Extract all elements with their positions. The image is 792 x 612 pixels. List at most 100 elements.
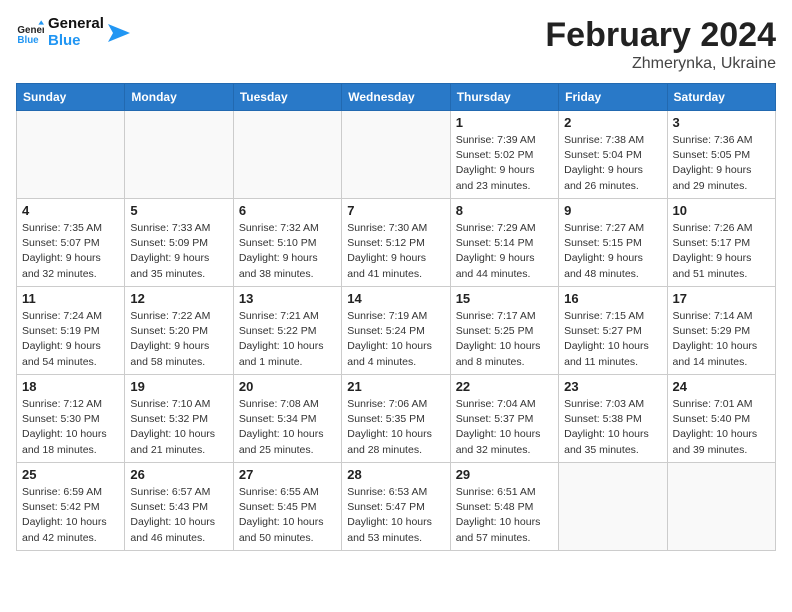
calendar-week-row: 25 Sunrise: 6:59 AM Sunset: 5:42 PM Dayli… [17, 463, 776, 551]
calendar-cell [17, 111, 125, 199]
day-number: 5 [130, 203, 227, 218]
calendar-cell: 16 Sunrise: 7:15 AM Sunset: 5:27 PM Dayli… [559, 287, 667, 375]
day-number: 6 [239, 203, 336, 218]
day-info: Sunrise: 7:27 AM Sunset: 5:15 PM Dayligh… [564, 221, 661, 282]
day-number: 11 [22, 291, 119, 306]
day-info: Sunrise: 7:12 AM Sunset: 5:30 PM Dayligh… [22, 397, 119, 458]
day-number: 15 [456, 291, 553, 306]
day-number: 18 [22, 379, 119, 394]
calendar-week-row: 11 Sunrise: 7:24 AM Sunset: 5:19 PM Dayli… [17, 287, 776, 375]
page-header: General Blue General Blue February 2024 … [16, 16, 776, 73]
col-header-tuesday: Tuesday [233, 84, 341, 111]
day-number: 28 [347, 467, 444, 482]
day-info: Sunrise: 7:06 AM Sunset: 5:35 PM Dayligh… [347, 397, 444, 458]
logo-arrow-icon [108, 24, 130, 42]
day-info: Sunrise: 7:35 AM Sunset: 5:07 PM Dayligh… [22, 221, 119, 282]
calendar-cell: 29 Sunrise: 6:51 AM Sunset: 5:48 PM Dayli… [450, 463, 558, 551]
calendar-cell [342, 111, 450, 199]
day-info: Sunrise: 6:53 AM Sunset: 5:47 PM Dayligh… [347, 485, 444, 546]
calendar-table: SundayMondayTuesdayWednesdayThursdayFrid… [16, 83, 776, 551]
calendar-cell: 15 Sunrise: 7:17 AM Sunset: 5:25 PM Dayli… [450, 287, 558, 375]
col-header-wednesday: Wednesday [342, 84, 450, 111]
day-number: 10 [673, 203, 770, 218]
day-info: Sunrise: 7:29 AM Sunset: 5:14 PM Dayligh… [456, 221, 553, 282]
day-info: Sunrise: 7:30 AM Sunset: 5:12 PM Dayligh… [347, 221, 444, 282]
day-number: 3 [673, 115, 770, 130]
calendar-cell: 21 Sunrise: 7:06 AM Sunset: 5:35 PM Dayli… [342, 375, 450, 463]
col-header-thursday: Thursday [450, 84, 558, 111]
day-info: Sunrise: 6:51 AM Sunset: 5:48 PM Dayligh… [456, 485, 553, 546]
day-number: 26 [130, 467, 227, 482]
day-number: 2 [564, 115, 661, 130]
title-block: February 2024 Zhmerynka, Ukraine [545, 16, 776, 73]
day-number: 12 [130, 291, 227, 306]
location-subtitle: Zhmerynka, Ukraine [545, 55, 776, 73]
day-info: Sunrise: 7:04 AM Sunset: 5:37 PM Dayligh… [456, 397, 553, 458]
day-number: 9 [564, 203, 661, 218]
day-number: 29 [456, 467, 553, 482]
calendar-cell [233, 111, 341, 199]
calendar-cell: 28 Sunrise: 6:53 AM Sunset: 5:47 PM Dayli… [342, 463, 450, 551]
logo-icon: General Blue [16, 19, 44, 47]
calendar-cell: 17 Sunrise: 7:14 AM Sunset: 5:29 PM Dayli… [667, 287, 775, 375]
day-number: 22 [456, 379, 553, 394]
calendar-cell: 20 Sunrise: 7:08 AM Sunset: 5:34 PM Dayli… [233, 375, 341, 463]
calendar-cell: 19 Sunrise: 7:10 AM Sunset: 5:32 PM Dayli… [125, 375, 233, 463]
day-number: 24 [673, 379, 770, 394]
calendar-week-row: 4 Sunrise: 7:35 AM Sunset: 5:07 PM Daylig… [17, 199, 776, 287]
day-number: 17 [673, 291, 770, 306]
calendar-week-row: 18 Sunrise: 7:12 AM Sunset: 5:30 PM Dayli… [17, 375, 776, 463]
calendar-cell: 25 Sunrise: 6:59 AM Sunset: 5:42 PM Dayli… [17, 463, 125, 551]
calendar-cell: 3Sunrise: 7:36 AM Sunset: 5:05 PM Daylig… [667, 111, 775, 199]
calendar-cell: 10 Sunrise: 7:26 AM Sunset: 5:17 PM Dayli… [667, 199, 775, 287]
day-info: Sunrise: 7:19 AM Sunset: 5:24 PM Dayligh… [347, 309, 444, 370]
day-number: 16 [564, 291, 661, 306]
calendar-cell: 23 Sunrise: 7:03 AM Sunset: 5:38 PM Dayli… [559, 375, 667, 463]
day-info: Sunrise: 7:39 AM Sunset: 5:02 PM Dayligh… [456, 133, 553, 194]
svg-text:Blue: Blue [17, 34, 39, 45]
day-info: Sunrise: 6:55 AM Sunset: 5:45 PM Dayligh… [239, 485, 336, 546]
calendar-cell: 11 Sunrise: 7:24 AM Sunset: 5:19 PM Dayli… [17, 287, 125, 375]
day-number: 23 [564, 379, 661, 394]
day-info: Sunrise: 6:57 AM Sunset: 5:43 PM Dayligh… [130, 485, 227, 546]
calendar-header-row: SundayMondayTuesdayWednesdayThursdayFrid… [17, 84, 776, 111]
col-header-saturday: Saturday [667, 84, 775, 111]
calendar-cell: 24Sunrise: 7:01 AM Sunset: 5:40 PM Dayli… [667, 375, 775, 463]
day-info: Sunrise: 7:10 AM Sunset: 5:32 PM Dayligh… [130, 397, 227, 458]
day-info: Sunrise: 7:17 AM Sunset: 5:25 PM Dayligh… [456, 309, 553, 370]
day-number: 20 [239, 379, 336, 394]
day-info: Sunrise: 7:24 AM Sunset: 5:19 PM Dayligh… [22, 309, 119, 370]
calendar-cell [559, 463, 667, 551]
calendar-cell [667, 463, 775, 551]
day-number: 4 [22, 203, 119, 218]
day-info: Sunrise: 7:21 AM Sunset: 5:22 PM Dayligh… [239, 309, 336, 370]
calendar-cell: 18 Sunrise: 7:12 AM Sunset: 5:30 PM Dayli… [17, 375, 125, 463]
day-number: 13 [239, 291, 336, 306]
calendar-cell: 6Sunrise: 7:32 AM Sunset: 5:10 PM Daylig… [233, 199, 341, 287]
calendar-cell: 2 Sunrise: 7:38 AM Sunset: 5:04 PM Daylig… [559, 111, 667, 199]
col-header-friday: Friday [559, 84, 667, 111]
day-number: 19 [130, 379, 227, 394]
day-info: Sunrise: 7:38 AM Sunset: 5:04 PM Dayligh… [564, 133, 661, 194]
day-info: Sunrise: 7:26 AM Sunset: 5:17 PM Dayligh… [673, 221, 770, 282]
day-info: Sunrise: 6:59 AM Sunset: 5:42 PM Dayligh… [22, 485, 119, 546]
day-number: 25 [22, 467, 119, 482]
calendar-cell: 1Sunrise: 7:39 AM Sunset: 5:02 PM Daylig… [450, 111, 558, 199]
logo-general: General [48, 15, 104, 32]
day-number: 21 [347, 379, 444, 394]
day-number: 27 [239, 467, 336, 482]
day-info: Sunrise: 7:03 AM Sunset: 5:38 PM Dayligh… [564, 397, 661, 458]
calendar-cell: 5 Sunrise: 7:33 AM Sunset: 5:09 PM Daylig… [125, 199, 233, 287]
day-info: Sunrise: 7:33 AM Sunset: 5:09 PM Dayligh… [130, 221, 227, 282]
day-info: Sunrise: 7:14 AM Sunset: 5:29 PM Dayligh… [673, 309, 770, 370]
calendar-cell: 7Sunrise: 7:30 AM Sunset: 5:12 PM Daylig… [342, 199, 450, 287]
day-info: Sunrise: 7:15 AM Sunset: 5:27 PM Dayligh… [564, 309, 661, 370]
col-header-sunday: Sunday [17, 84, 125, 111]
calendar-cell: 13 Sunrise: 7:21 AM Sunset: 5:22 PM Dayli… [233, 287, 341, 375]
calendar-cell: 4 Sunrise: 7:35 AM Sunset: 5:07 PM Daylig… [17, 199, 125, 287]
calendar-week-row: 1Sunrise: 7:39 AM Sunset: 5:02 PM Daylig… [17, 111, 776, 199]
day-info: Sunrise: 7:08 AM Sunset: 5:34 PM Dayligh… [239, 397, 336, 458]
calendar-cell: 26 Sunrise: 6:57 AM Sunset: 5:43 PM Dayli… [125, 463, 233, 551]
logo: General Blue General Blue [16, 16, 130, 49]
calendar-cell: 27 Sunrise: 6:55 AM Sunset: 5:45 PM Dayli… [233, 463, 341, 551]
